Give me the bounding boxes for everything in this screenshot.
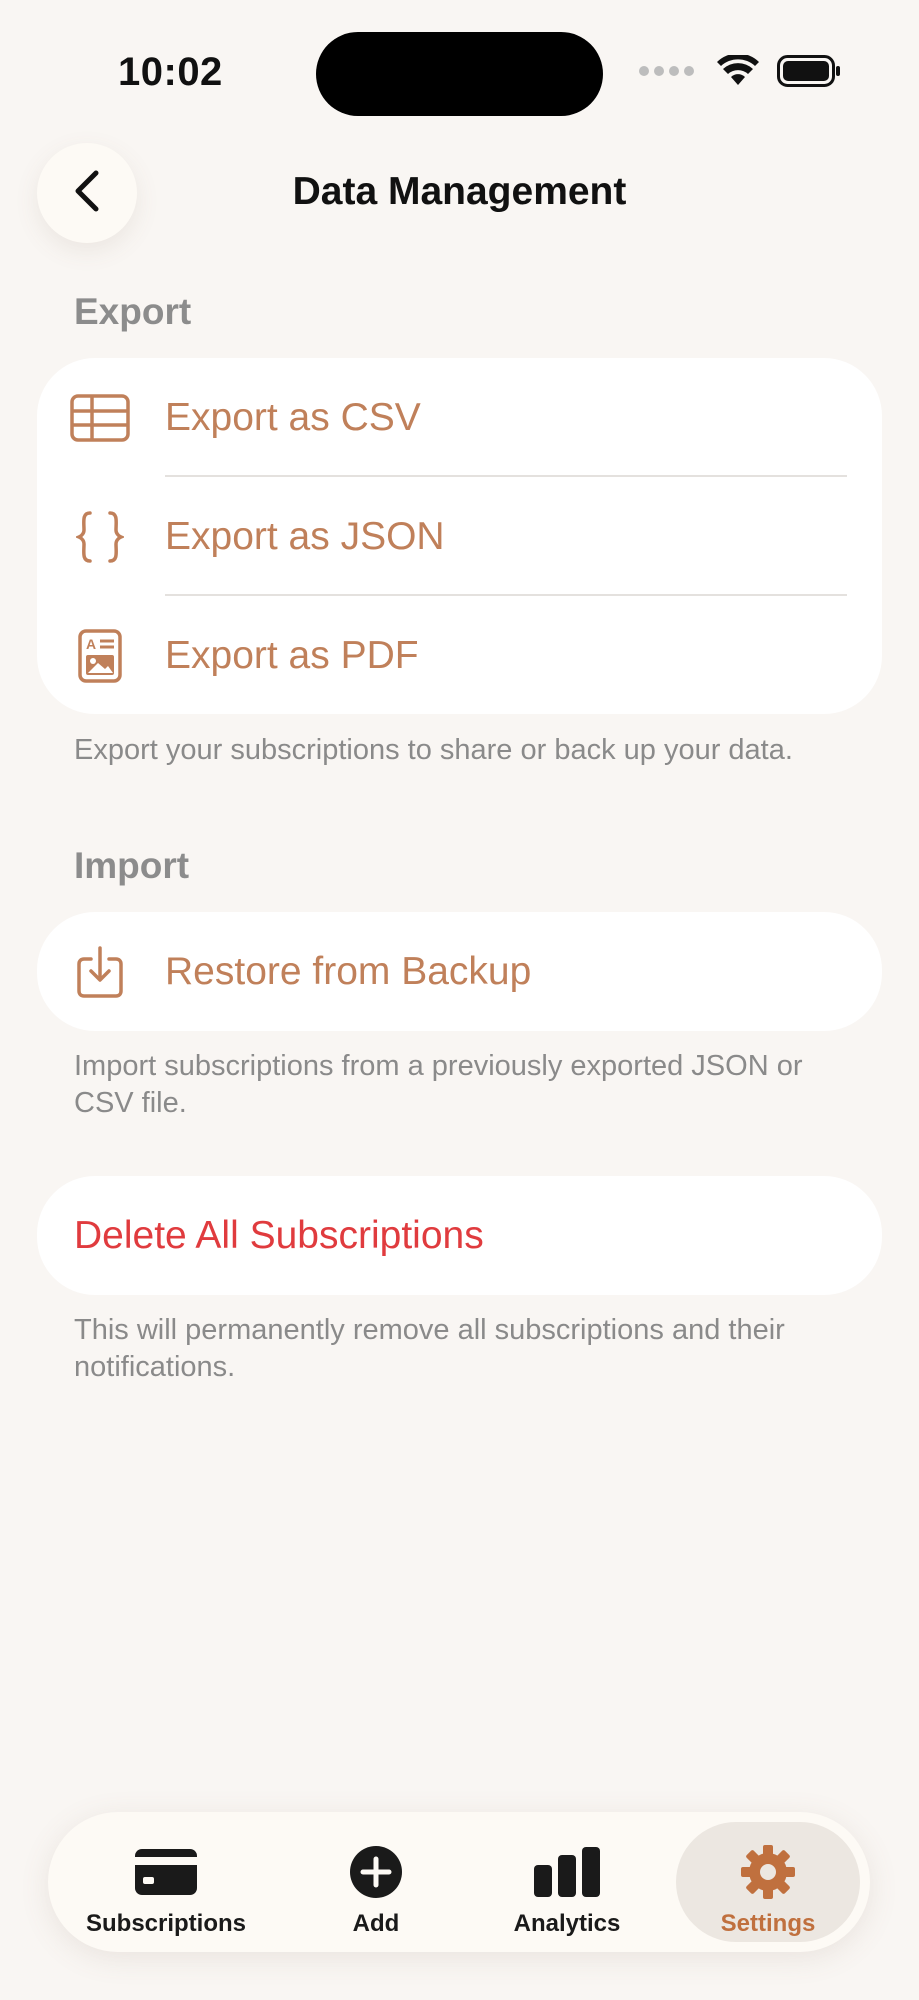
delete-card: Delete All Subscriptions [37, 1176, 882, 1295]
export-json-row[interactable]: Export as JSON [37, 477, 882, 596]
export-csv-label: Export as CSV [165, 395, 421, 439]
braces-icon [69, 506, 131, 568]
credit-card-icon [135, 1840, 197, 1904]
export-json-label: Export as JSON [165, 514, 445, 558]
tab-subscriptions[interactable]: Subscriptions [76, 1822, 256, 1942]
data-management-screen: 10:02 Data Management Export Export as C… [0, 0, 919, 2000]
export-footnote: Export your subscriptions to share or ba… [74, 734, 793, 766]
document-icon: A [69, 625, 131, 687]
status-icons [637, 53, 841, 92]
table-icon [69, 387, 131, 449]
delete-footnote: This will permanently remove all subscri… [74, 1314, 785, 1383]
bar-chart-icon [534, 1840, 600, 1904]
signal-icon [637, 64, 699, 83]
wifi-icon [717, 53, 759, 92]
status-time: 10:02 [118, 50, 223, 94]
tab-add-label: Add [352, 1910, 400, 1937]
tab-settings[interactable]: Settings [676, 1822, 860, 1942]
dynamic-island [316, 32, 603, 116]
tab-add[interactable]: Add [316, 1822, 436, 1942]
import-section-header: Import [74, 845, 190, 886]
restore-backup-row[interactable]: Restore from Backup [37, 912, 882, 1031]
tab-settings-label: Settings [720, 1910, 816, 1937]
export-card: Export as CSV Export as JSON A Export as… [37, 358, 882, 714]
import-tray-icon [69, 941, 131, 1003]
page-title: Data Management [292, 170, 627, 213]
delete-all-subscriptions-button[interactable]: Delete All Subscriptions [74, 1176, 484, 1295]
tab-analytics-label: Analytics [513, 1910, 621, 1937]
export-pdf-row[interactable]: A Export as PDF [37, 596, 882, 715]
import-footnote: Import subscriptions from a previously e… [74, 1050, 803, 1119]
battery-icon [777, 55, 841, 92]
tab-bar: Subscriptions Add Analytics Settings [48, 1812, 870, 1952]
import-card: Restore from Backup [37, 912, 882, 1031]
export-pdf-label: Export as PDF [165, 633, 419, 677]
restore-backup-label: Restore from Backup [165, 949, 532, 993]
plus-circle-icon [349, 1840, 403, 1904]
export-csv-row[interactable]: Export as CSV [37, 358, 882, 477]
tab-analytics[interactable]: Analytics [504, 1822, 630, 1942]
gear-icon [740, 1840, 796, 1904]
svg-text:A: A [86, 636, 96, 652]
export-section-header: Export [74, 291, 192, 332]
tab-subscriptions-label: Subscriptions [85, 1910, 247, 1937]
